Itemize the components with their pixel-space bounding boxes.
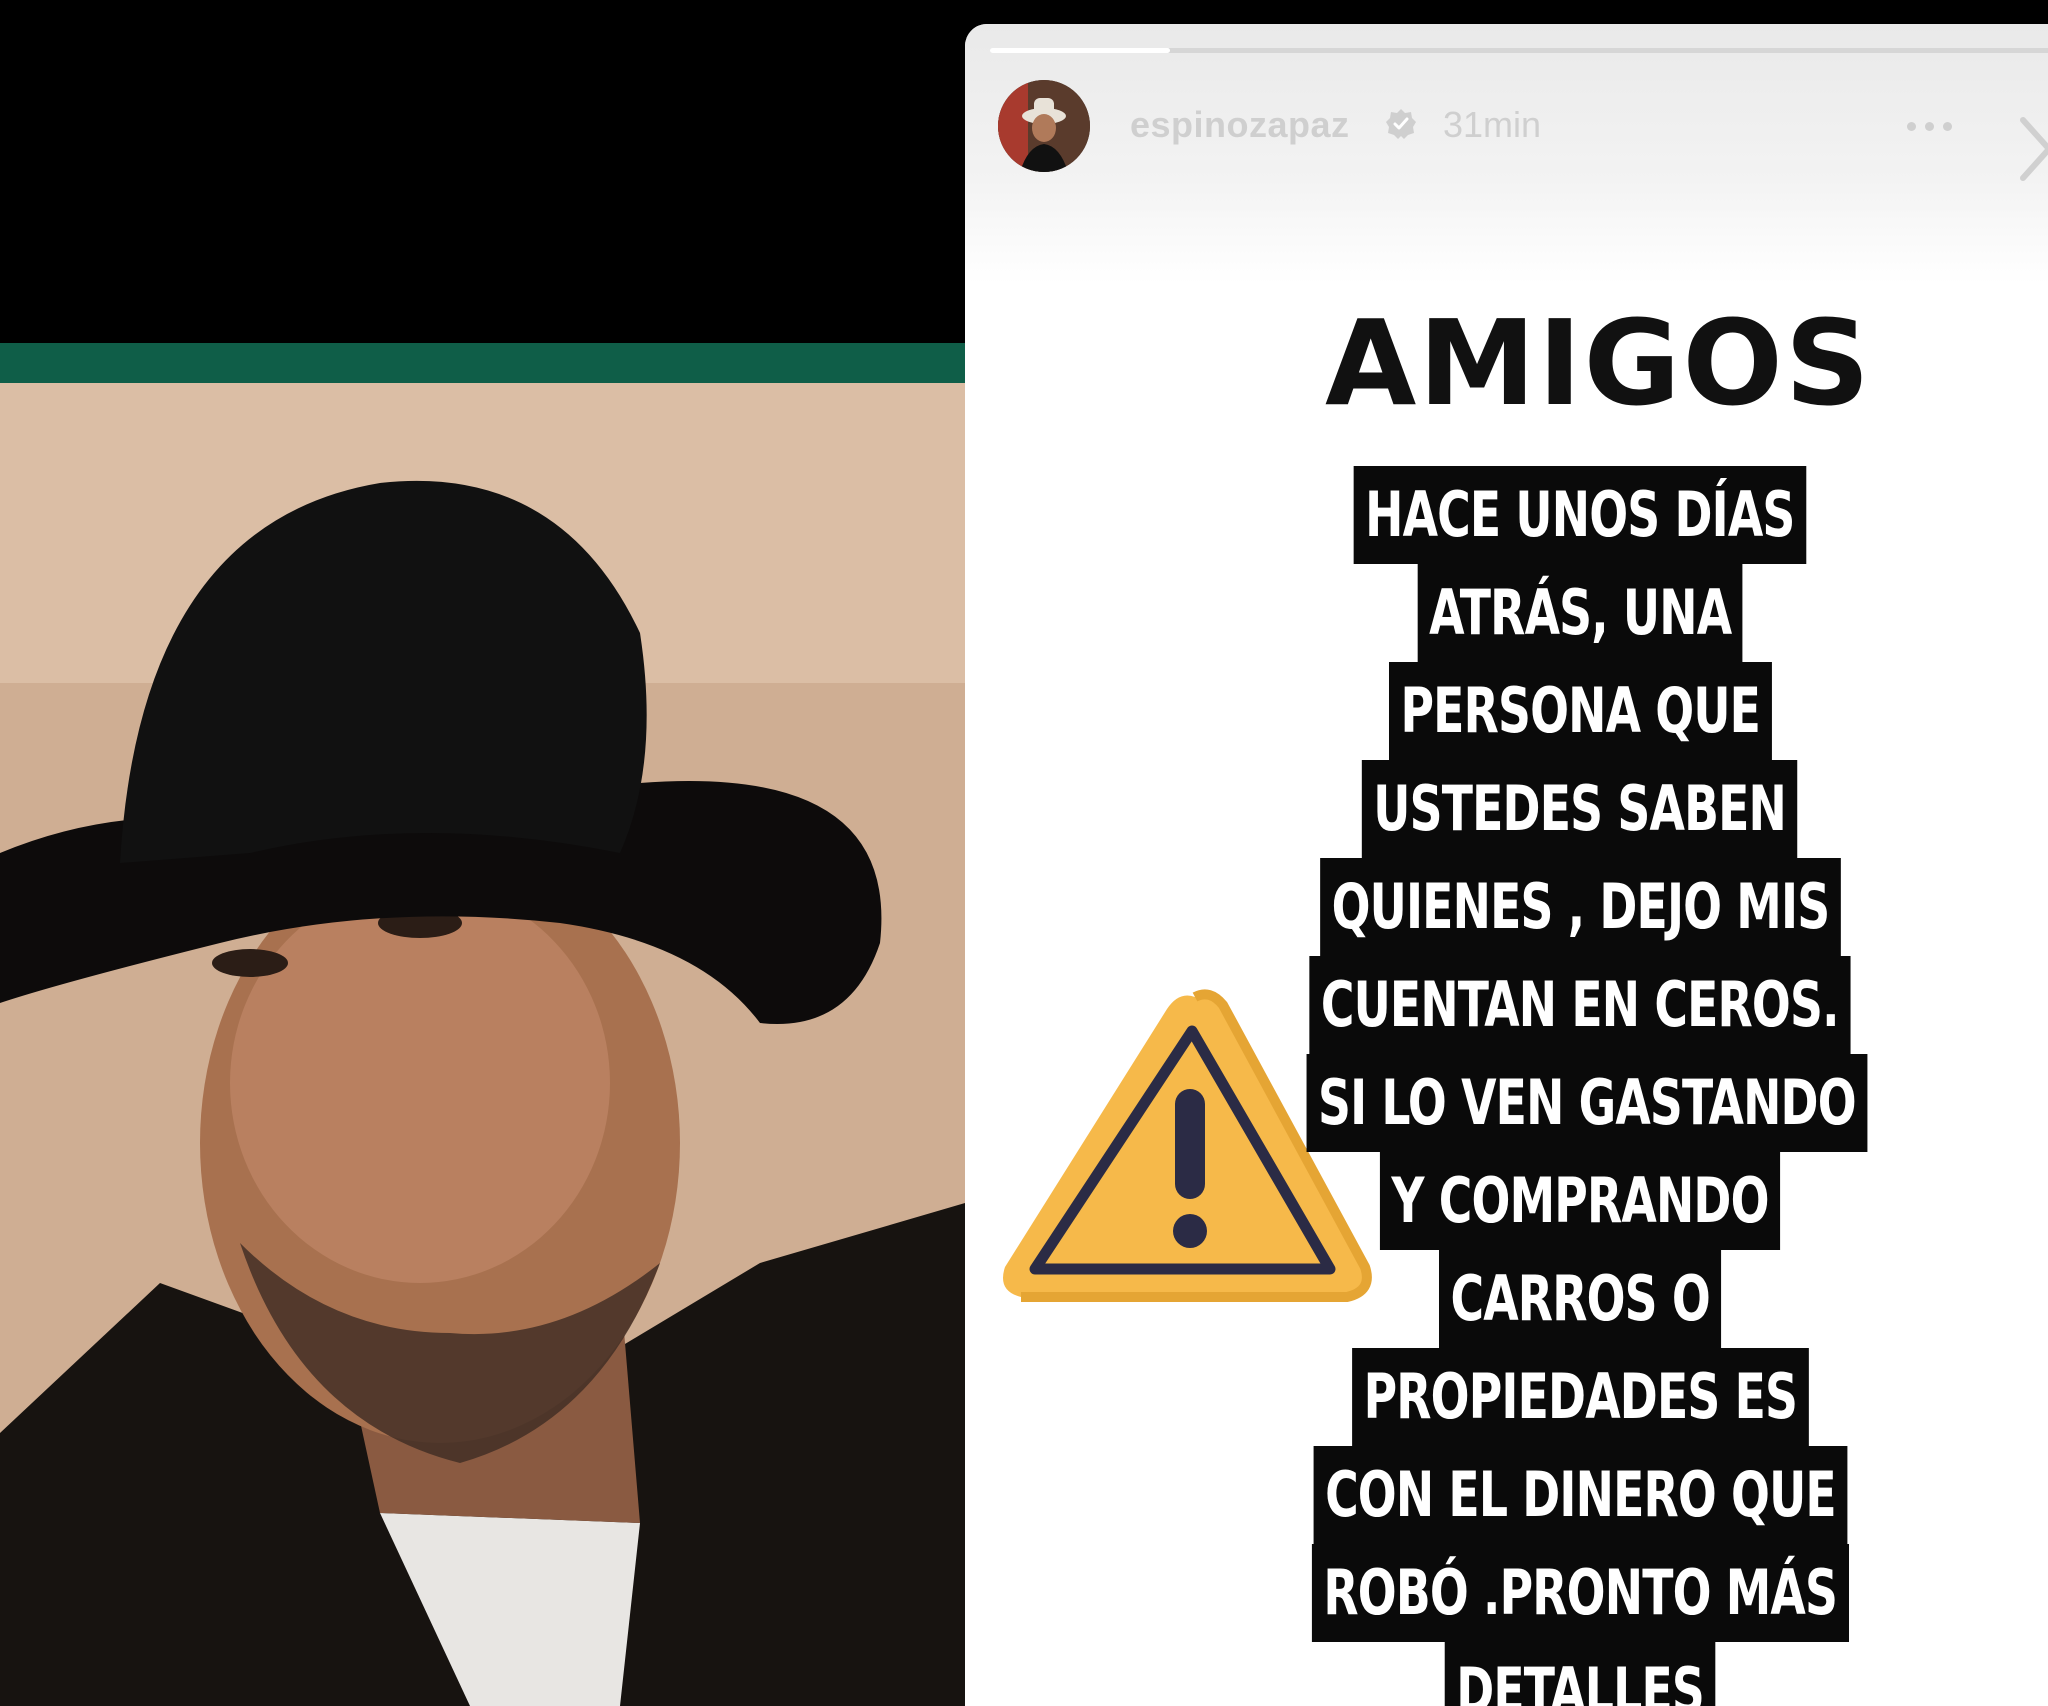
story-message: HACE UNOS DÍAS ATRÁS, UNA PERSONA QUE US… (1245, 466, 1915, 1706)
message-line: SI LO VEN GASTANDO (1306, 1054, 1868, 1152)
message-line: HACE UNOS DÍAS (1353, 466, 1807, 564)
message-line: QUIENES , DEJO MIS (1319, 858, 1841, 956)
left-photo-panel (0, 0, 965, 1706)
message-line: USTEDES SABEN (1362, 760, 1798, 858)
more-dot (1943, 122, 1952, 131)
portrait-photo (0, 383, 965, 1706)
story-viewer[interactable]: espinozapaz 31min AMIGOS HACE UNOS DÍAS … (965, 24, 2048, 1706)
story-time-ago: 31min (1443, 104, 1542, 145)
story-username[interactable]: espinozapaz (1130, 104, 1350, 146)
message-line: CUENTAN EN CEROS. (1309, 956, 1851, 1054)
message-line: CARROS O (1438, 1250, 1722, 1348)
message-line: Y COMPRANDO (1379, 1152, 1781, 1250)
story-header-gradient (965, 24, 2048, 284)
message-line: CON EL DINERO QUE (1313, 1446, 1847, 1544)
more-dot (1925, 122, 1934, 131)
message-line: PROPIEDADES ES (1351, 1348, 1809, 1446)
green-band (0, 343, 965, 383)
story-headline: AMIGOS (1325, 294, 1872, 432)
story-progress-fill (990, 48, 1171, 53)
message-line: ROBÓ .PRONTO MÁS (1311, 1544, 1849, 1642)
chevron-right-icon[interactable] (2015, 114, 2048, 184)
avatar[interactable] (998, 80, 1090, 172)
message-line: ATRÁS, UNA (1417, 564, 1743, 662)
story-progress-bar (990, 48, 2048, 53)
verified-badge-icon (1385, 108, 1417, 140)
more-options-button[interactable] (1907, 122, 1967, 152)
message-line: PERSONA QUE (1388, 662, 1772, 760)
message-line: DETALLES (1444, 1642, 1716, 1706)
more-horizontal-icon (1907, 122, 1916, 131)
